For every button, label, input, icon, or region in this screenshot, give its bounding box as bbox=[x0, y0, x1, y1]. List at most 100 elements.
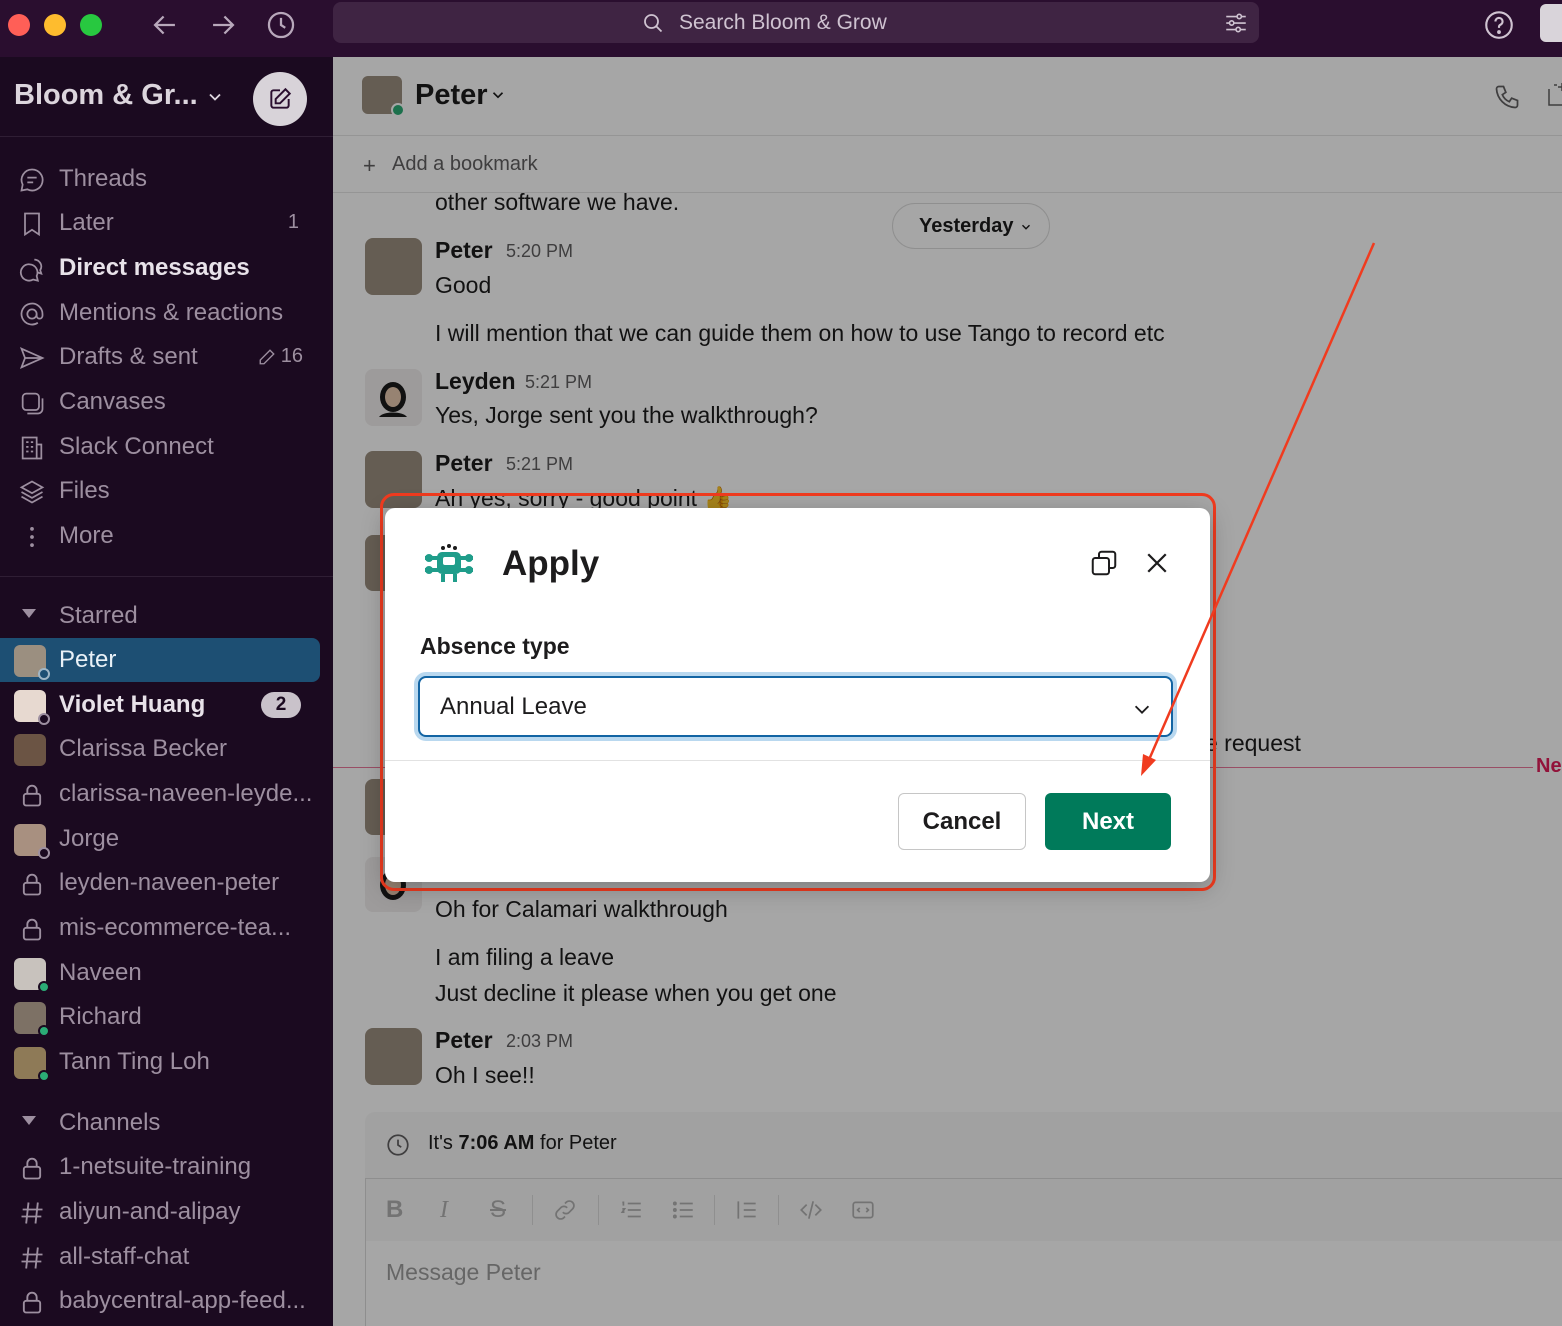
chevron-down-icon bbox=[1134, 705, 1150, 714]
sidebar-item-label: Files bbox=[59, 477, 110, 504]
status-dot bbox=[38, 713, 50, 725]
history-clock-icon[interactable] bbox=[264, 8, 298, 42]
close-window-button[interactable] bbox=[8, 14, 30, 36]
compose-button[interactable] bbox=[253, 72, 307, 126]
sidebar-item-label: mis-ecommerce-tea... bbox=[59, 914, 292, 941]
drafts-count: 16 bbox=[280, 345, 303, 367]
sidebar-item-label: Later bbox=[59, 209, 114, 236]
sidebar-item-channel[interactable]: aliyun-and-alipay bbox=[0, 1190, 333, 1234]
status-dot bbox=[38, 981, 50, 993]
apply-modal: Apply Absence type Annual Leave Cancel N… bbox=[385, 508, 1210, 882]
minimize-window-button[interactable] bbox=[44, 14, 66, 36]
sidebar: Bloom & Gr... Threads Later 1 Direct mes… bbox=[0, 57, 333, 1326]
sidebar-item-label: Jorge bbox=[59, 825, 120, 852]
sidebar-item-later[interactable]: Later 1 bbox=[0, 201, 333, 245]
sidebar-item-mentions[interactable]: Mentions & reactions bbox=[0, 291, 333, 335]
modal-title: Apply bbox=[502, 544, 600, 583]
sidebar-item-private-channel[interactable]: mis-ecommerce-tea... bbox=[0, 906, 333, 950]
search-bar[interactable]: Search Bloom & Grow bbox=[333, 2, 1259, 43]
lock-icon bbox=[22, 1291, 42, 1314]
sidebar-item-label: Slack Connect bbox=[59, 433, 214, 460]
sidebar-item-label: 1-netsuite-training bbox=[59, 1153, 252, 1180]
sidebar-item-label: Richard bbox=[59, 1003, 142, 1030]
sidebar-item-label: Direct messages bbox=[59, 254, 250, 281]
building-icon bbox=[21, 436, 43, 460]
sidebar-item-peter[interactable]: Peter bbox=[0, 638, 320, 682]
layers-icon bbox=[19, 480, 45, 504]
app-logo-icon bbox=[425, 544, 473, 582]
sidebar-item-files[interactable]: Files bbox=[0, 469, 333, 513]
sidebar-item-channel[interactable]: babycentral-app-feed... bbox=[0, 1279, 333, 1323]
sidebar-item-label: Threads bbox=[59, 165, 148, 192]
sidebar-item-label: aliyun-and-alipay bbox=[59, 1198, 241, 1225]
user-avatar[interactable] bbox=[1540, 4, 1562, 42]
popout-icon[interactable] bbox=[1089, 548, 1119, 578]
caret-down-icon bbox=[22, 1116, 36, 1125]
sidebar-item-label: More bbox=[59, 522, 114, 549]
send-icon bbox=[19, 347, 45, 369]
sidebar-item-label: Violet Huang bbox=[59, 691, 206, 718]
absence-type-select[interactable]: Annual Leave bbox=[418, 676, 1173, 737]
close-icon[interactable] bbox=[1142, 548, 1172, 578]
compose-icon bbox=[270, 87, 292, 109]
sidebar-item-private-channel[interactable]: leyden-naveen-peter bbox=[0, 861, 333, 905]
sidebar-item-drafts[interactable]: Drafts & sent 16 bbox=[0, 335, 333, 379]
dm-icon bbox=[19, 258, 43, 282]
chevron-down-icon[interactable] bbox=[205, 87, 225, 107]
sidebar-item-label: Tann Ting Loh bbox=[59, 1048, 210, 1075]
sidebar-divider bbox=[0, 136, 333, 137]
section-label: Channels bbox=[59, 1109, 161, 1136]
hash-icon bbox=[21, 1247, 43, 1269]
sidebar-item-label: all-staff-chat bbox=[59, 1243, 190, 1270]
status-dot bbox=[38, 1070, 50, 1082]
later-count: 1 bbox=[287, 211, 299, 233]
sidebar-item-tann-ting-loh[interactable]: Tann Ting Loh bbox=[0, 1040, 333, 1084]
next-button[interactable]: Next bbox=[1045, 793, 1171, 850]
sidebar-item-channel[interactable]: 1-netsuite-training bbox=[0, 1145, 333, 1189]
sidebar-item-slack-connect[interactable]: Slack Connect bbox=[0, 425, 333, 469]
status-dot bbox=[38, 1025, 50, 1037]
forward-arrow-icon[interactable] bbox=[206, 8, 240, 42]
sidebar-item-violet-huang[interactable]: Violet Huang 2 bbox=[0, 683, 333, 727]
unread-badge: 2 bbox=[261, 692, 301, 718]
back-arrow-icon[interactable] bbox=[148, 8, 182, 42]
zoom-window-button[interactable] bbox=[80, 14, 102, 36]
sidebar-item-naveen[interactable]: Naveen bbox=[0, 951, 333, 995]
absence-type-label: Absence type bbox=[420, 633, 570, 659]
sidebar-item-direct-messages[interactable]: Direct messages bbox=[0, 246, 333, 290]
canvas-icon bbox=[21, 392, 44, 415]
section-label: Starred bbox=[59, 602, 138, 629]
bookmark-icon bbox=[24, 212, 40, 237]
cancel-button[interactable]: Cancel bbox=[898, 793, 1026, 850]
help-icon[interactable] bbox=[1482, 8, 1516, 42]
search-filter-icon[interactable] bbox=[1223, 10, 1249, 36]
sidebar-item-label: clarissa-naveen-leyde... bbox=[59, 780, 313, 807]
caret-down-icon bbox=[22, 609, 36, 618]
lock-icon bbox=[22, 918, 42, 941]
sidebar-item-label: Drafts & sent bbox=[59, 343, 198, 370]
sidebar-item-label: Naveen bbox=[59, 959, 142, 986]
lock-icon bbox=[22, 784, 42, 807]
lock-icon bbox=[22, 1157, 42, 1180]
sidebar-item-threads[interactable]: Threads bbox=[0, 157, 333, 201]
search-icon bbox=[644, 14, 663, 33]
sidebar-item-canvases[interactable]: Canvases bbox=[0, 380, 333, 424]
search-placeholder: Search Bloom & Grow bbox=[679, 11, 887, 34]
sidebar-item-private-channel[interactable]: clarissa-naveen-leyde... bbox=[0, 772, 333, 816]
section-starred[interactable]: Starred bbox=[0, 594, 333, 638]
section-channels[interactable]: Channels bbox=[0, 1101, 333, 1145]
sidebar-item-label: Peter bbox=[59, 646, 117, 673]
avatar bbox=[14, 734, 46, 766]
status-dot bbox=[38, 847, 50, 859]
more-vertical-icon bbox=[30, 526, 34, 548]
hash-icon bbox=[21, 1202, 43, 1224]
sidebar-item-label: babycentral-app-feed... bbox=[59, 1287, 306, 1314]
sidebar-item-channel[interactable]: all-staff-chat bbox=[0, 1235, 333, 1279]
workspace-name[interactable]: Bloom & Gr... bbox=[14, 79, 198, 112]
sidebar-item-clarissa-becker[interactable]: Clarissa Becker bbox=[0, 727, 333, 771]
sidebar-item-richard[interactable]: Richard bbox=[0, 995, 333, 1039]
sidebar-item-jorge[interactable]: Jorge bbox=[0, 817, 333, 861]
sidebar-item-more[interactable]: More bbox=[0, 514, 333, 558]
sidebar-item-label: Clarissa Becker bbox=[59, 735, 228, 762]
title-bar: Search Bloom & Grow bbox=[0, 0, 1562, 57]
